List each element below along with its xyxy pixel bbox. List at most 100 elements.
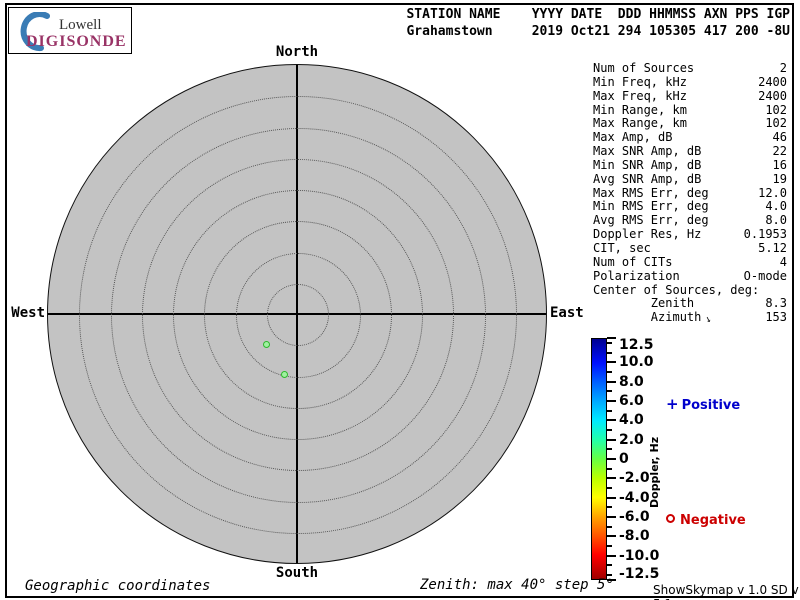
colorbar-tick-label: -12.5	[619, 566, 660, 582]
legend-positive-label: Positive	[681, 398, 741, 413]
param-row: Min Freq, kHz 2400	[593, 74, 787, 90]
param-value: 2400	[758, 88, 787, 103]
colorbar-minor-tick	[607, 467, 612, 470]
param-row: Center of Sources, deg:	[593, 282, 787, 298]
param-row: Avg SNR Amp, dB 19	[593, 171, 787, 187]
colorbar-tick-label: -6.0	[619, 509, 650, 526]
colorbar-minor-tick	[607, 428, 612, 431]
colorbar-major-tick	[607, 337, 616, 339]
param-value: 22	[772, 144, 787, 159]
azimuth-direction-icon: ↑	[703, 313, 714, 326]
logo-text-digisonde: DIGISONDE	[26, 33, 127, 50]
param-value: 8.3	[765, 296, 787, 311]
param-label: Azimuth ↑	[593, 310, 714, 326]
colorbar-major-tick	[607, 477, 616, 480]
param-label: Min Range, km	[593, 102, 687, 117]
colorbar-tick-label: 0	[619, 451, 629, 467]
param-value: 8.0	[765, 213, 787, 228]
param-label: Max Freq, kHz	[593, 88, 687, 103]
colorbar-major-tick	[607, 399, 616, 402]
param-label: Max Range, km	[593, 116, 687, 131]
colorbar-minor-tick	[607, 487, 612, 490]
parameter-table: Num of Sources 2 Min Freq, kHz 2400 Max Freq…	[593, 61, 787, 326]
showskymap-window: Lowell DIGISONDE STATION NAME YYYY DATE …	[0, 0, 800, 600]
param-value: 102	[765, 102, 787, 117]
colorbar-minor-tick	[607, 448, 612, 451]
param-row: Avg RMS Err, deg 8.0	[593, 213, 787, 228]
colorbar-tick-label: -4.0	[619, 489, 650, 506]
param-label: Max Amp, dB	[593, 130, 673, 145]
param-row: Azimuth ↑ 153	[593, 310, 787, 326]
colorbar-major-tick	[607, 535, 616, 538]
param-label: Max RMS Err, deg	[593, 185, 709, 200]
zenith-scale-footnote: Zenith: max 40° step 5°	[420, 577, 614, 593]
param-label: Doppler Res, Hz	[593, 227, 702, 242]
param-value: 19	[772, 171, 787, 186]
colorbar-minor-tick	[607, 525, 612, 528]
param-value: 153	[765, 310, 787, 325]
header-columns-line: STATION NAME YYYY DATE DDD HHMMSS AXN PP…	[406, 7, 790, 22]
param-row: Num of CITs 4	[593, 254, 787, 270]
colorbar-major-tick	[607, 554, 616, 557]
legend-negative-label: Negative	[680, 513, 746, 528]
colorbar-minor-tick	[607, 564, 612, 567]
param-value: 4	[779, 254, 787, 269]
colorbar-major-tick	[607, 496, 616, 499]
colorbar-tick-label: 8.0	[619, 373, 644, 390]
param-row: Polarization O-mode	[593, 268, 787, 284]
param-label: Min RMS Err, deg	[593, 199, 709, 214]
param-row: Min SNR Amp, dB 16	[593, 157, 787, 173]
compass-label-north: North	[275, 44, 319, 60]
param-row: Max Freq, kHz 2400	[593, 88, 787, 104]
param-label: Max SNR Amp, dB	[593, 144, 702, 159]
param-row: Max Range, km 102	[593, 117, 787, 131]
param-value: 2400	[758, 74, 787, 89]
param-label: Center of Sources, deg:	[593, 282, 760, 297]
doppler-colorbar	[591, 338, 607, 580]
colorbar-minor-tick	[607, 409, 612, 412]
param-label: Num of CITs	[593, 254, 673, 269]
header-values-line: Grahamstown 2019 Oct21 294 105305 417 20…	[406, 24, 790, 39]
param-row: Min RMS Err, deg 4.0	[593, 200, 787, 214]
param-label: CIT, sec	[593, 240, 651, 255]
station-header: STATION NAME YYYY DATE DDD HHMMSS AXN PP…	[406, 6, 790, 40]
colorbar-tick-label: 12.5	[619, 337, 654, 353]
colorbar-major-tick	[607, 438, 616, 441]
colorbar-tick-label: 2.0	[619, 431, 644, 448]
param-label: Min SNR Amp, dB	[593, 157, 702, 172]
colorbar-minor-tick	[607, 506, 612, 509]
plus-symbol: +	[666, 395, 679, 413]
param-value: 5.12	[758, 240, 787, 255]
param-label: Polarization	[593, 268, 680, 283]
compass-label-west: West	[11, 305, 45, 321]
compass-label-south: South	[275, 565, 319, 581]
skymap-source-dot	[280, 370, 288, 378]
param-row: Max SNR Amp, dB 22	[593, 144, 787, 159]
circle-symbol	[666, 514, 675, 523]
param-row: Num of Sources 2	[593, 61, 787, 76]
colorbar-minor-tick	[607, 545, 612, 548]
param-row: Zenith 8.3	[593, 296, 787, 311]
colorbar-tick-label: -8.0	[619, 528, 650, 545]
param-label: Zenith	[593, 296, 695, 311]
colorbar-major-tick	[607, 516, 616, 519]
colorbar-tick-label: 10.0	[619, 354, 654, 371]
colorbar-axis-label: Doppler, Hz	[648, 436, 661, 508]
skymap-polar-plot	[47, 64, 547, 564]
legend-positive: + Positive	[666, 395, 740, 413]
coordinates-footnote: Geographic coordinates	[25, 578, 211, 594]
param-value: 2	[779, 61, 787, 75]
colorbar-major-tick	[607, 380, 616, 383]
compass-label-east: East	[550, 305, 584, 321]
colorbar-tick-label: 6.0	[619, 392, 644, 409]
colorbar-major-tick	[607, 361, 616, 364]
version-footnote: ShowSkymap v 1.0 SD v 5.1	[653, 583, 799, 600]
param-value: 12.0	[758, 185, 787, 200]
param-label: Min Freq, kHz	[593, 74, 687, 89]
zenith-ring	[79, 96, 517, 534]
param-value: 16	[772, 157, 787, 172]
colorbar-tick-label: -10.0	[619, 547, 660, 564]
colorbar-tick-label: -2.0	[619, 470, 650, 487]
param-value: 46	[772, 130, 787, 145]
colorbar-major-tick	[607, 458, 616, 460]
